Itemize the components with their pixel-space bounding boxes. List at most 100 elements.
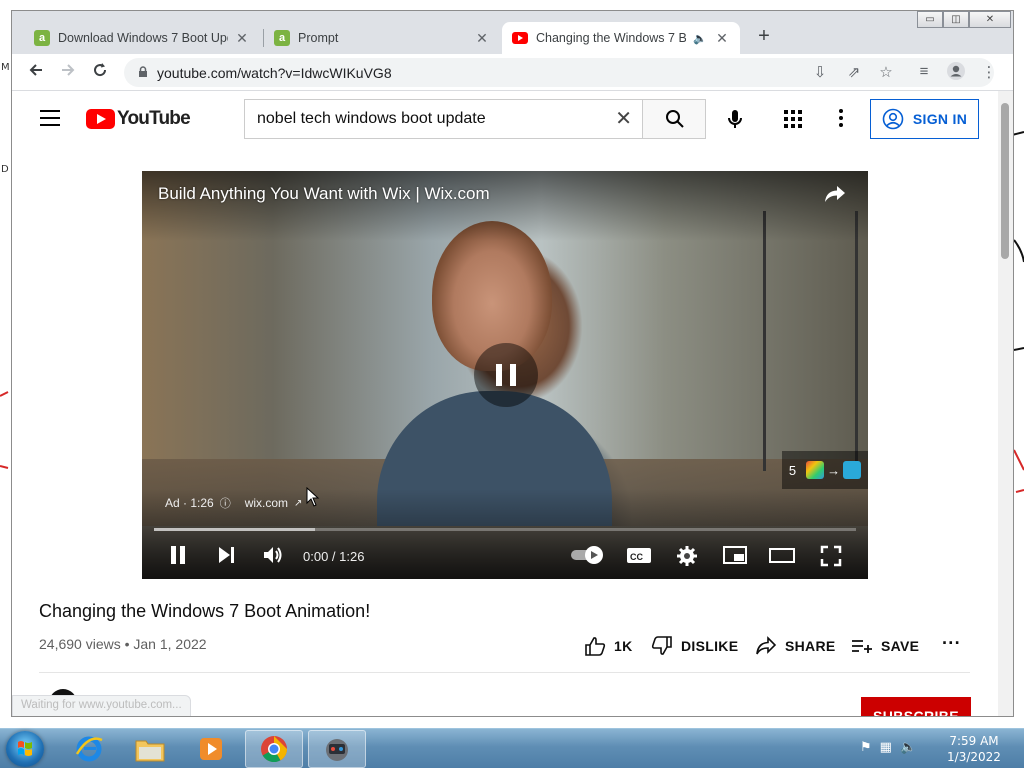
tab-download[interactable]: a Download Windows 7 Boot Updater ✕ (24, 22, 260, 54)
skip-countdown: 5 (788, 462, 797, 478)
install-app-icon[interactable]: ⇩ (810, 63, 830, 81)
maximize-button[interactable]: ◫ (943, 11, 969, 28)
scrollbar-thumb[interactable] (1001, 103, 1009, 259)
network-icon[interactable]: ▦ (880, 739, 892, 755)
account-circle-icon (882, 108, 904, 130)
minimize-button[interactable]: ▭ (917, 11, 943, 28)
clock[interactable]: 7:59 AM 1/3/2022 (942, 733, 1006, 765)
lock-icon (139, 66, 147, 77)
taskbar-chrome[interactable] (245, 730, 303, 768)
progress-bar[interactable] (154, 528, 856, 531)
settings-more-icon[interactable] (839, 109, 843, 129)
more-actions-icon[interactable]: ··· (942, 633, 961, 654)
taskbar-ie[interactable] (60, 730, 118, 768)
video-title: Changing the Windows 7 Boot Animation! (39, 601, 371, 621)
tab-favicon-a-icon: a (34, 30, 50, 46)
divider (39, 672, 970, 673)
youtube-logo[interactable]: YouTube (86, 108, 191, 130)
ad-title[interactable]: Build Anything You Want with Wix | Wix.c… (158, 184, 490, 204)
subscribe-button[interactable]: SUBSCRIBE (861, 697, 971, 716)
taskbar: ⚑ ▦ 🔈 7:59 AM 1/3/2022 (0, 728, 1024, 768)
share-label: SHARE (785, 638, 836, 654)
center-pause-icon[interactable] (474, 343, 538, 407)
close-window-button[interactable]: ✕ (969, 11, 1011, 28)
address-bar[interactable]: youtube.com/watch?v=IdwcWIKuVG8 ⇩ ⇗ ☆ ≡ … (124, 58, 997, 87)
player-controls: 0:00 / 1:26 CC (142, 537, 868, 573)
close-tab-icon[interactable]: ✕ (474, 30, 490, 47)
taskbar-app[interactable] (308, 730, 366, 768)
menu-hamburger-icon[interactable] (40, 110, 60, 126)
autoplay-toggle-icon[interactable] (570, 545, 606, 565)
tab-audio-icon[interactable]: 🔈 (692, 32, 708, 45)
youtube-apps-icon[interactable] (784, 110, 802, 128)
save-button[interactable]: SAVE (851, 636, 919, 656)
time-display: 0:00 / 1:26 (303, 549, 365, 564)
start-button[interactable] (6, 731, 44, 767)
share-icon (756, 636, 777, 655)
voice-search-button[interactable] (720, 104, 750, 134)
reload-icon (94, 63, 107, 77)
close-tab-icon[interactable]: ✕ (714, 30, 730, 47)
dislike-label: DISLIKE (681, 638, 739, 654)
taskbar-explorer[interactable] (121, 730, 179, 768)
skip-ad-box[interactable]: 5 → (782, 451, 868, 489)
thumbs-down-icon (651, 636, 672, 655)
next-icon[interactable] (216, 545, 236, 565)
miniplayer-icon[interactable] (722, 545, 748, 565)
media-player-icon (200, 738, 222, 760)
svg-text:D: D (1, 164, 9, 175)
dislike-button[interactable]: DISLIKE (651, 636, 738, 656)
chrome-icon (261, 736, 288, 763)
like-button[interactable]: 1K (584, 636, 633, 656)
media-control-icon[interactable]: ≡ (914, 63, 934, 80)
share-arrow-icon[interactable] (824, 185, 846, 203)
youtube-logo-text: YouTube (117, 108, 191, 129)
tab-title: Prompt (298, 31, 339, 45)
external-link-icon[interactable]: ↗ (294, 498, 302, 509)
action-center-icon[interactable]: ⚑ (860, 739, 872, 755)
reload-button[interactable] (87, 60, 113, 86)
page-scrollbar[interactable] (998, 91, 1013, 716)
share-button[interactable]: SHARE (755, 636, 836, 656)
tab-favicon-a-icon: a (274, 30, 290, 46)
search-query-text[interactable]: nobel tech windows boot update (257, 110, 486, 128)
profile-icon[interactable] (946, 61, 966, 85)
new-tab-button[interactable]: + (752, 25, 776, 49)
share-page-icon[interactable]: ⇗ (844, 63, 864, 81)
app-icon (326, 739, 348, 761)
youtube-header: YouTube nobel tech windows boot update ✕… (12, 91, 998, 147)
back-arrow-icon (29, 64, 42, 76)
search-button[interactable] (642, 99, 706, 139)
theater-mode-icon[interactable] (768, 545, 796, 565)
progress-loaded (154, 528, 316, 531)
settings-gear-icon[interactable] (676, 545, 698, 567)
ad-label: Ad · 1:26 (165, 496, 214, 510)
browser-menu-icon[interactable]: ⋮ (979, 63, 999, 81)
video-player[interactable]: Build Anything You Want with Wix | Wix.c… (142, 171, 868, 579)
fullscreen-icon[interactable] (820, 545, 842, 567)
tab-prompt[interactable]: a Prompt ✕ (264, 22, 500, 54)
search-input[interactable]: nobel tech windows boot update ✕ (244, 99, 642, 139)
tab-youtube-active[interactable]: Changing the Windows 7 Boot Animation! 🔈… (502, 22, 740, 54)
forward-arrow-icon (62, 64, 75, 76)
ad-site-link[interactable]: wix.com (245, 496, 288, 510)
sign-in-label: SIGN IN (912, 111, 968, 127)
close-tab-icon[interactable]: ✕ (234, 30, 250, 47)
pause-icon[interactable] (168, 545, 188, 565)
browser-toolbar: youtube.com/watch?v=IdwcWIKuVG8 ⇩ ⇗ ☆ ≡ … (12, 54, 1013, 91)
url-text[interactable]: youtube.com/watch?v=IdwcWIKuVG8 (157, 65, 392, 81)
taskbar-media-player[interactable] (182, 730, 240, 768)
captions-icon[interactable]: CC (626, 545, 652, 565)
tab-strip: a Download Windows 7 Boot Updater ✕ a Pr… (12, 11, 1013, 54)
windows-logo-icon (18, 741, 32, 756)
forward-button[interactable] (55, 60, 81, 86)
volume-tray-icon[interactable]: 🔈 (900, 739, 916, 755)
bookmark-star-icon[interactable]: ☆ (876, 63, 896, 81)
video-thumbnail-icon (843, 461, 862, 479)
back-button[interactable] (23, 60, 49, 86)
volume-icon[interactable] (262, 545, 284, 565)
clear-search-icon[interactable]: ✕ (615, 106, 632, 131)
browser-window: a Download Windows 7 Boot Updater ✕ a Pr… (11, 10, 1014, 717)
info-icon[interactable]: ⓘ (220, 495, 231, 511)
sign-in-button[interactable]: SIGN IN (870, 99, 979, 139)
